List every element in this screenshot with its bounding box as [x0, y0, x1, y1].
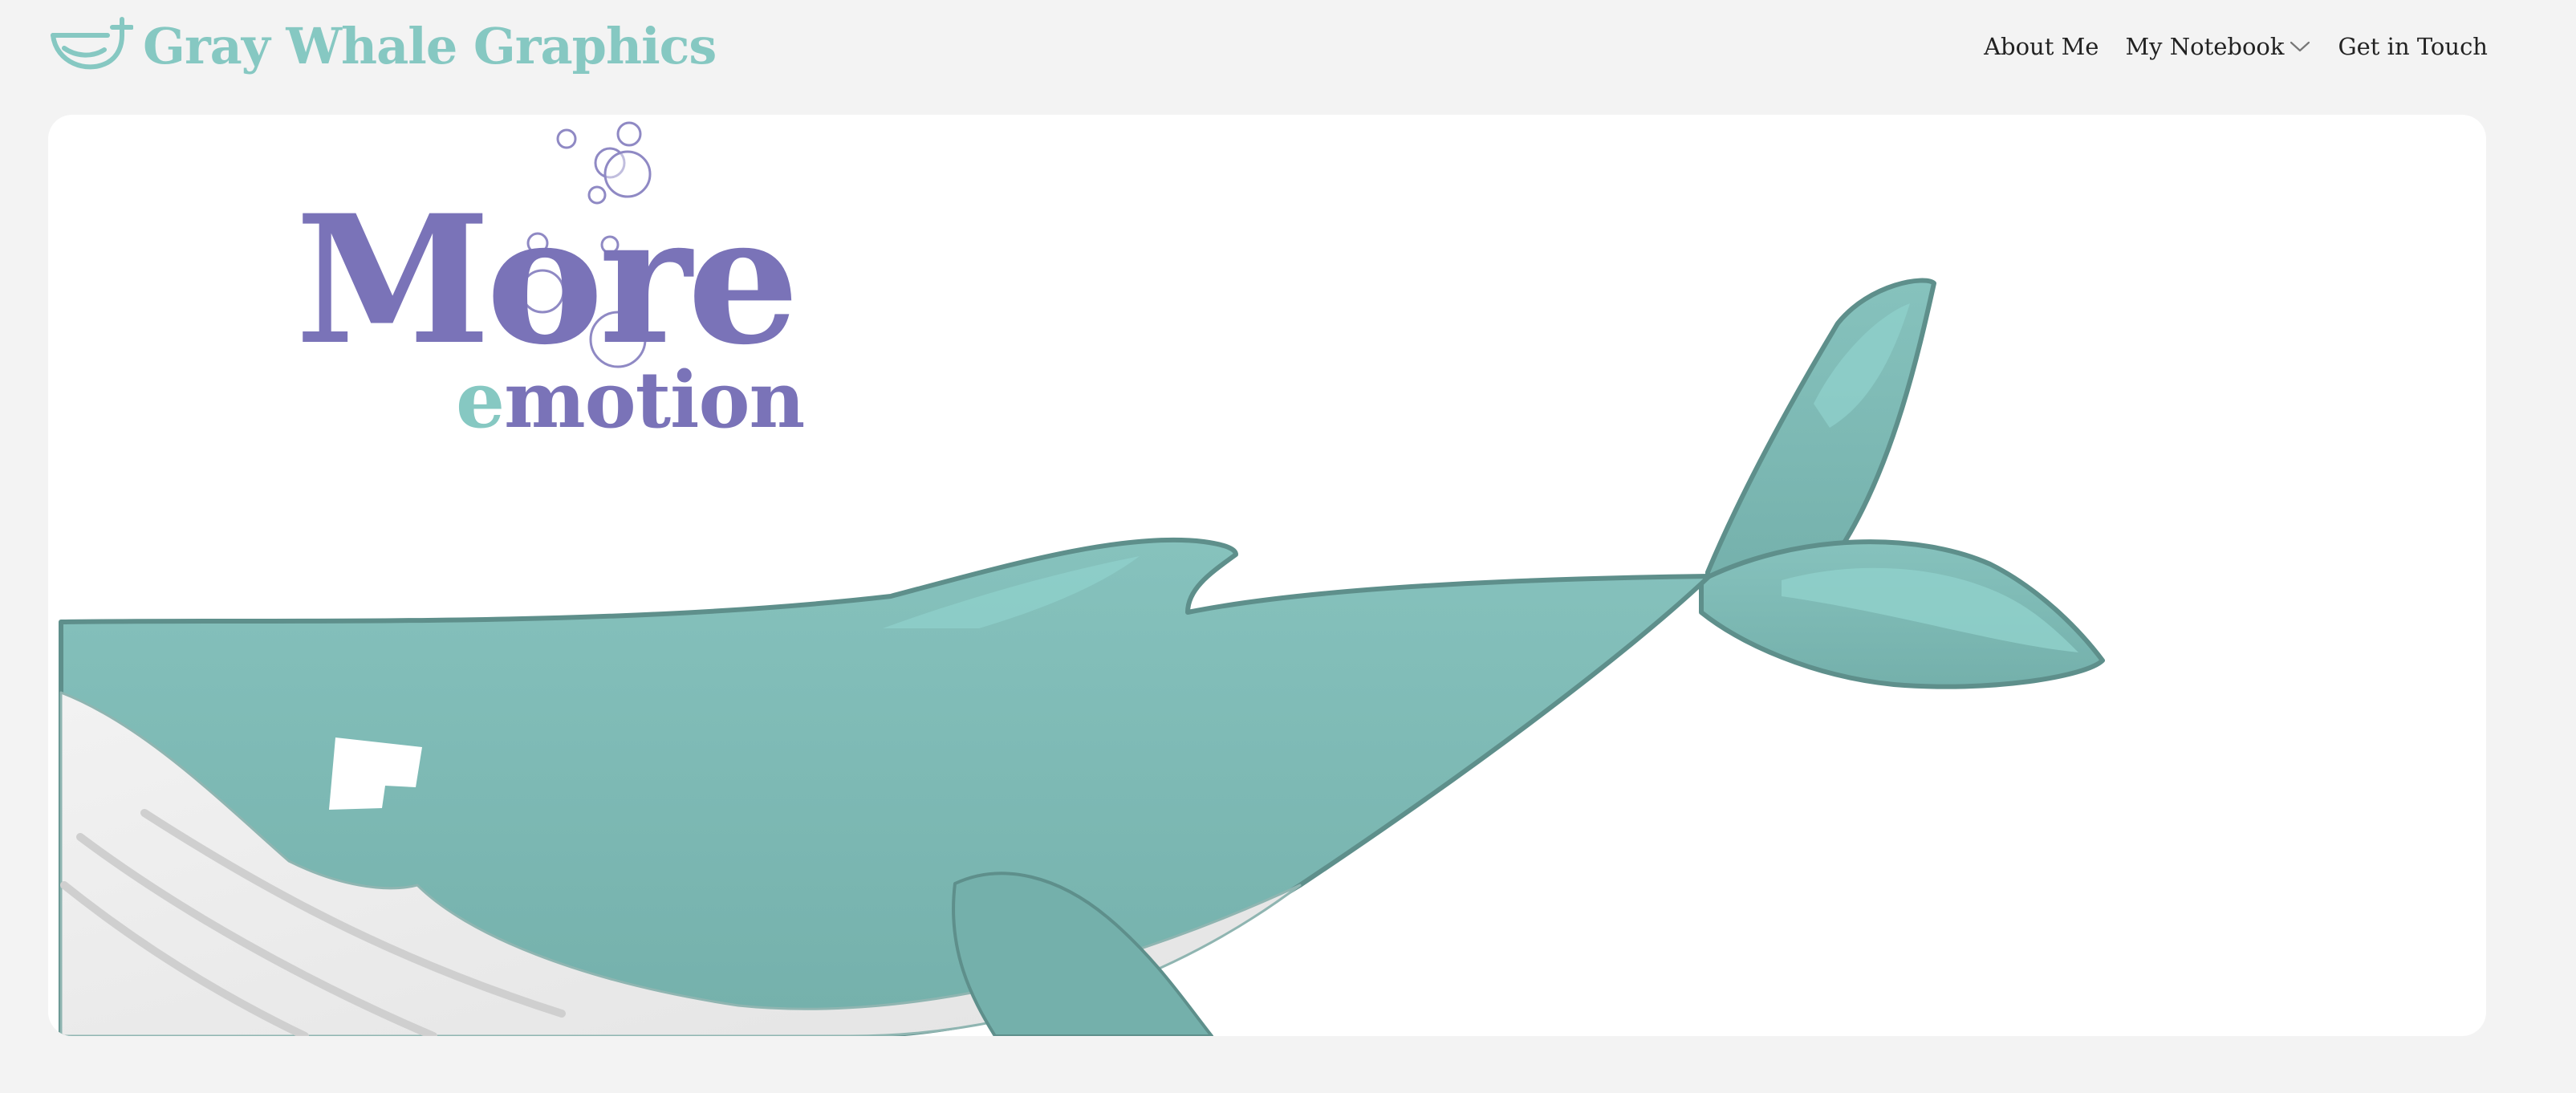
hero-banner: More emotion	[48, 115, 2486, 1036]
nav-about-me-label: About Me	[1984, 33, 2099, 60]
whale-body	[59, 537, 1712, 1036]
brand-home-link[interactable]: Gray Whale Graphics	[48, 14, 717, 79]
nav-my-notebook[interactable]: My Notebook	[2125, 33, 2311, 60]
hero-headline: More	[295, 176, 799, 384]
nav-get-in-touch[interactable]: Get in Touch	[2338, 33, 2488, 60]
nav-my-notebook-label: My Notebook	[2125, 33, 2285, 60]
whale-tail	[1699, 278, 2105, 689]
hero-subline-accent-letter: e	[456, 355, 505, 445]
page: Gray Whale Graphics About Me My Notebook…	[0, 0, 2576, 1093]
hero-subline-word: motion	[504, 355, 805, 445]
hero-subline: emotion	[456, 362, 805, 439]
nav-get-in-touch-label: Get in Touch	[2338, 33, 2488, 60]
site-header: Gray Whale Graphics About Me My Notebook…	[0, 0, 2576, 95]
chevron-down-icon[interactable]	[2289, 39, 2311, 54]
brand-title: Gray Whale Graphics	[143, 17, 717, 75]
whale-tail-logo-icon	[51, 17, 133, 70]
main-nav: About Me My Notebook Get in Touch	[1984, 24, 2488, 69]
nav-about-me[interactable]: About Me	[1984, 33, 2099, 60]
